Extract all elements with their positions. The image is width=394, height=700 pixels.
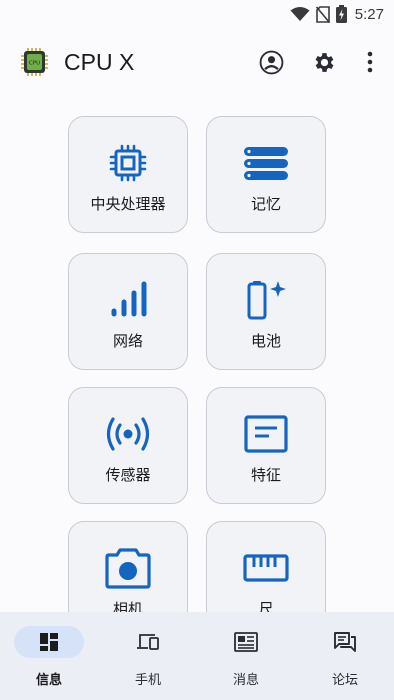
battery-icon <box>207 276 325 324</box>
bottom-nav: 信息 手机 消息 论坛 <box>0 612 394 700</box>
features-card-icon <box>207 410 325 458</box>
ruler-icon <box>207 544 325 592</box>
memory-storage-icon <box>207 139 325 187</box>
cpu-chip-icon <box>69 139 187 187</box>
devices-icon <box>137 634 159 650</box>
tile-label: 特征 <box>250 466 281 484</box>
nav-label: 手机 <box>134 673 161 688</box>
nav-item-news[interactable]: 消息 <box>197 612 295 700</box>
tile-battery[interactable]: 电池 <box>206 253 326 370</box>
feature-grid: 中央处理器 记忆 网络 电池 传感器 特征 相机 尺 <box>0 0 394 612</box>
nav-item-phones[interactable]: 手机 <box>99 612 197 700</box>
tile-label: 电池 <box>250 332 281 350</box>
tile-label: 传感器 <box>105 466 151 484</box>
tile-cpu[interactable]: 中央处理器 <box>68 116 188 233</box>
tile-memory[interactable]: 记忆 <box>206 116 326 233</box>
tile-label: 相机 <box>112 600 143 612</box>
tile-label: 中央处理器 <box>90 195 166 213</box>
news-icon <box>234 632 258 652</box>
sensor-radio-icon <box>69 410 187 458</box>
tile-network[interactable]: 网络 <box>68 253 188 370</box>
tile-camera[interactable]: 相机 <box>68 521 188 612</box>
nav-label: 消息 <box>232 673 259 688</box>
nav-item-info[interactable]: 信息 <box>0 612 98 700</box>
tile-label: 网络 <box>112 332 143 350</box>
forum-icon <box>334 632 356 652</box>
tile-sensors[interactable]: 传感器 <box>68 387 188 504</box>
tile-label: 尺 <box>258 600 274 612</box>
tile-features[interactable]: 特征 <box>206 387 326 504</box>
nav-item-forum[interactable]: 论坛 <box>296 612 394 700</box>
nav-label: 信息 <box>35 673 62 688</box>
signal-bars-icon <box>69 276 187 324</box>
nav-active-indicator <box>14 626 84 658</box>
tile-ruler[interactable]: 尺 <box>206 521 326 612</box>
camera-icon <box>69 544 187 592</box>
dashboard-icon <box>40 633 58 651</box>
tile-label: 记忆 <box>250 195 281 213</box>
nav-label: 论坛 <box>331 673 358 688</box>
